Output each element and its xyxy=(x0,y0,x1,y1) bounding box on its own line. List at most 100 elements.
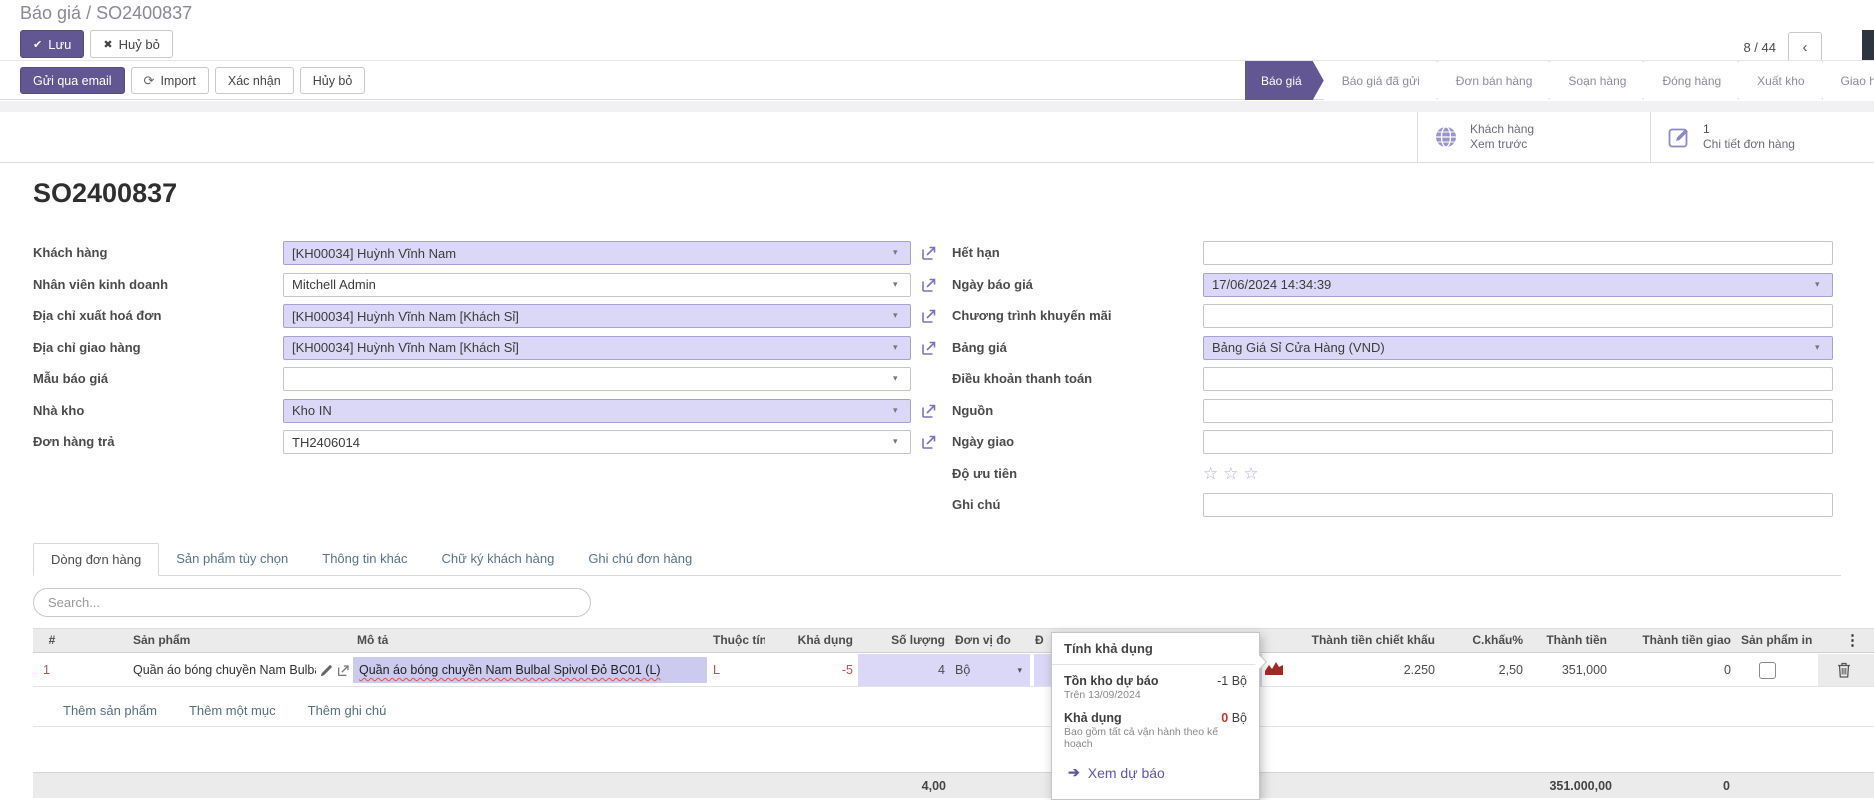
customer-input[interactable]: [KH00034] Huỳnh Vĩnh Nam xyxy=(283,241,911,265)
tab-customer-signature[interactable]: Chữ ký khách hàng xyxy=(425,543,572,575)
forecast-chart-icon[interactable] xyxy=(1264,661,1284,676)
line-description-text[interactable]: Quần áo bóng chuyền Nam Bulbal Spivol Đỏ… xyxy=(353,657,707,683)
source-input[interactable] xyxy=(1203,399,1833,423)
field-invoice-address: [KH00034] Huỳnh Vĩnh Nam [Khách Sỉ] ▾ xyxy=(283,304,953,329)
check-icon: ✔ xyxy=(33,38,42,51)
add-product-link[interactable]: Thêm sản phẩm xyxy=(63,703,157,718)
status-step-packing[interactable]: Đóng hàng xyxy=(1644,61,1739,100)
add-note-link[interactable]: Thêm ghi chú xyxy=(308,703,387,718)
cancel-button[interactable]: Hủy bỏ xyxy=(300,67,366,94)
trash-icon[interactable] xyxy=(1837,662,1851,678)
tab-optional-products[interactable]: Sản phẩm tùy chọn xyxy=(159,543,305,575)
pager-next-button[interactable] xyxy=(1862,30,1874,62)
add-section-link[interactable]: Thêm một mục xyxy=(189,703,276,718)
tab-other-info[interactable]: Thông tin khác xyxy=(305,543,424,575)
promotion-program-input[interactable] xyxy=(1203,304,1833,328)
available-label: Khả dụng xyxy=(1064,711,1122,725)
field-source xyxy=(1203,399,1852,424)
stat-button-order-detail[interactable]: 1 Chi tiết đơn hàng xyxy=(1650,112,1874,162)
external-link-icon[interactable] xyxy=(921,277,937,293)
tab-order-lines[interactable]: Dòng đơn hàng xyxy=(33,543,159,576)
column-header-product[interactable]: Sản phẩm xyxy=(128,629,352,652)
search-input[interactable] xyxy=(48,595,576,610)
column-header-uom[interactable]: Đơn vị đo xyxy=(950,629,1030,652)
confirm-button[interactable]: Xác nhận xyxy=(215,67,294,94)
field-note xyxy=(1203,493,1852,518)
delivery-address-input[interactable]: [KH00034] Huỳnh Vĩnh Nam [Khách Sỉ] xyxy=(283,336,911,360)
status-step-quotation-sent[interactable]: Báo giá đã gửi xyxy=(1324,61,1438,100)
discard-button[interactable]: ✖ Huỷ bỏ xyxy=(90,30,172,58)
salesperson-input[interactable]: Mitchell Admin xyxy=(283,273,911,297)
kebab-menu-icon[interactable]: ⋮ xyxy=(1823,632,1860,649)
external-link-icon[interactable] xyxy=(921,245,937,261)
line-discount-pct[interactable]: 2,50 xyxy=(1440,654,1528,686)
column-header-discount-amount[interactable]: Thành tiền chiết khấu xyxy=(1262,629,1440,652)
line-discount-amount[interactable]: 2.250 xyxy=(1262,654,1440,686)
line-product-name[interactable]: Quần áo bóng chuyền Nam Bulbal Spivol Đỏ… xyxy=(133,654,316,686)
external-link-icon[interactable] xyxy=(921,403,937,419)
line-product-cell[interactable]: Quần áo bóng chuyền Nam Bulbal Spivol Đỏ… xyxy=(128,654,352,686)
column-header-quantity[interactable]: Số lượng xyxy=(858,629,950,652)
status-step-quotation[interactable]: Báo giá xyxy=(1245,61,1324,100)
notebook-tabs: Dòng đơn hàng Sản phẩm tùy chọn Thông ti… xyxy=(33,543,1841,576)
column-header-amount[interactable]: Thành tiền xyxy=(1528,629,1612,652)
quotation-date-input[interactable]: 17/06/2024 14:34:39 xyxy=(1203,273,1833,297)
line-drag-handle[interactable] xyxy=(71,654,128,686)
star-icon[interactable]: ☆ xyxy=(1223,462,1238,486)
external-link-icon[interactable] xyxy=(921,434,937,450)
status-step-picking[interactable]: Soạn hàng xyxy=(1550,61,1644,100)
line-delete-cell xyxy=(1818,654,1874,686)
line-uom-select[interactable]: Bộ ▾ xyxy=(950,654,1030,686)
pricelist-input[interactable]: Bảng Giá Sỉ Cửa Hàng (VND) xyxy=(1203,336,1833,360)
breadcrumb-separator: / xyxy=(81,3,96,23)
external-link-icon[interactable] xyxy=(337,664,350,677)
external-link-icon[interactable] xyxy=(921,340,937,356)
pager-previous-button[interactable]: ‹ xyxy=(1788,32,1822,62)
send-email-button[interactable]: Gửi qua email xyxy=(20,67,125,94)
column-header-description[interactable]: Mô tả xyxy=(352,629,708,652)
column-header-delivered-amount[interactable]: Thành tiền giao xyxy=(1612,629,1736,652)
table-bottom-rule xyxy=(33,726,1874,727)
priority-stars[interactable]: ☆ ☆ ☆ xyxy=(1203,462,1852,486)
line-print-cell xyxy=(1736,654,1818,686)
note-input[interactable] xyxy=(1203,493,1833,517)
invoice-address-input[interactable]: [KH00034] Huỳnh Vĩnh Nam [Khách Sỉ] xyxy=(283,304,911,328)
column-header-index[interactable]: # xyxy=(33,629,71,652)
view-forecast-link[interactable]: ➔ Xem dự báo xyxy=(1068,764,1247,781)
star-icon[interactable]: ☆ xyxy=(1203,462,1218,486)
sheet-gap-strip xyxy=(0,101,1874,112)
column-header-print-product[interactable]: Sản phẩm in xyxy=(1736,629,1818,652)
import-button[interactable]: ⟳ Import xyxy=(131,67,209,94)
status-step-outgoing[interactable]: Xuất kho xyxy=(1739,61,1822,100)
print-product-checkbox[interactable] xyxy=(1759,662,1776,679)
return-order-input[interactable]: TH2406014 xyxy=(283,430,911,454)
star-icon[interactable]: ☆ xyxy=(1244,462,1259,486)
status-step-sales-order[interactable]: Đơn bán hàng xyxy=(1438,61,1551,100)
breadcrumb-link-quotations[interactable]: Báo giá xyxy=(20,3,81,23)
stat-button-customer-preview[interactable]: Khách hàng Xem trước xyxy=(1417,112,1650,162)
column-header-discount-pct[interactable]: C.khấu% xyxy=(1440,629,1528,652)
line-quantity-input[interactable]: 4 xyxy=(858,654,950,686)
quotation-template-input[interactable] xyxy=(283,367,911,391)
payment-terms-input[interactable] xyxy=(1203,367,1833,391)
field-salesperson: Mitchell Admin ▾ xyxy=(283,273,953,298)
expiration-input[interactable] xyxy=(1203,241,1833,265)
delivery-date-input[interactable] xyxy=(1203,430,1833,454)
field-delivery-address: [KH00034] Huỳnh Vĩnh Nam [Khách Sỉ] ▾ xyxy=(283,336,953,361)
availability-popover: Tính khả dụng Tồn kho dự báo -1 Bộ Trên … xyxy=(1051,632,1260,800)
line-description-cell[interactable]: Quần áo bóng chuyền Nam Bulbal Spivol Đỏ… xyxy=(352,654,708,686)
pencil-icon[interactable] xyxy=(320,664,333,677)
status-step-delivery[interactable]: Giao hàng xyxy=(1823,61,1874,100)
column-header-attribute[interactable]: Thuộc tính xyxy=(708,629,765,652)
column-header-available[interactable]: Khả dụng xyxy=(765,629,858,652)
available-unit: Bộ xyxy=(1228,711,1247,725)
total-quantity: 4,00 xyxy=(858,773,946,799)
popover-title: Tính khả dụng xyxy=(1052,633,1259,665)
tab-order-notes[interactable]: Ghi chú đơn hàng xyxy=(571,543,709,575)
save-button[interactable]: ✔ Lưu xyxy=(20,30,84,58)
forecast-date: Trên 13/09/2024 xyxy=(1064,689,1247,701)
field-label-customer: Khách hàng xyxy=(33,241,283,266)
external-link-icon[interactable] xyxy=(921,308,937,324)
forecast-stock-value: -1 Bộ xyxy=(1217,674,1247,688)
warehouse-input[interactable]: Kho IN xyxy=(283,399,911,423)
